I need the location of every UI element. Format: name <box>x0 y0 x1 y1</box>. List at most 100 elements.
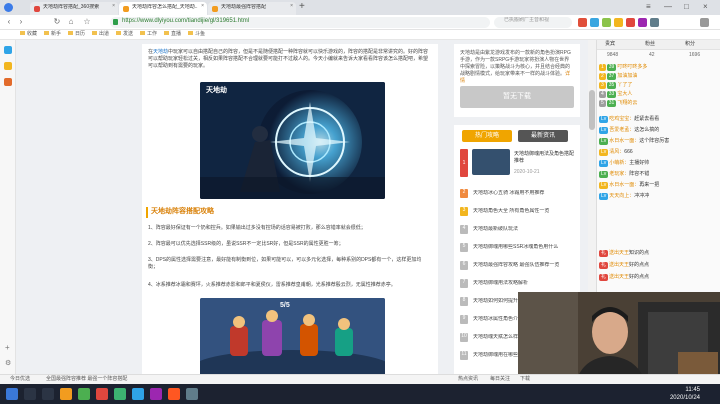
menu-icon[interactable]: ≡ <box>646 2 651 12</box>
lock-icon <box>113 19 118 25</box>
status-left[interactable]: 今日优选 <box>10 376 30 383</box>
chat-message: Lv 小萌新：主播好帅 <box>599 160 650 167</box>
scrollbar-thumb[interactable] <box>589 90 595 130</box>
browser-status-bar: 今日优选 全国最强阵容推荐 最强一个阵容搭配 热点资讯 每日关注 下载 <box>0 374 720 384</box>
chat-message: Lv 水日水一面：再来一把 <box>599 182 660 189</box>
bookmark-item[interactable]: 出道 <box>92 31 109 38</box>
download-panel: 天地劫是由紫龙游戏发布的一款新的角色扮演RPG手游，作为一款SRPG手游玩家将扮… <box>454 44 580 117</box>
browser-app-icon[interactable] <box>78 388 90 400</box>
home-icon[interactable]: ⌂ <box>66 17 76 27</box>
hot-list-item[interactable]: 2 天地劫冰心五骑 冰霜用不用推荐 <box>460 189 576 198</box>
bookmark-item[interactable]: 收藏 <box>20 31 37 38</box>
hot-list-item[interactable]: 6 天地劫最强阵容攻略 最强队伍推荐一览 <box>460 261 576 270</box>
chat-tab[interactable]: 粉丝 <box>645 41 655 48</box>
minimize-icon[interactable]: — <box>664 2 672 12</box>
extension-icon[interactable] <box>578 18 587 27</box>
rank-badge: 1 <box>460 149 468 177</box>
intro-game-link[interactable]: 天地劫 <box>153 49 168 55</box>
taskview-icon[interactable] <box>42 388 54 400</box>
tab-title: 天地劫最强阵容搭配 <box>221 4 267 10</box>
paragraph-2: 2、阵容最可以优先选择SSR级的，虽说SSR不一定比SR好，但是SSR的属性更胜… <box>148 241 344 247</box>
chat-header: 贵宾 粉丝 积分 <box>597 40 720 50</box>
paragraph-3: 3、DPS的属性选择需要注意，最好能有制衡到位，如果可能可以，可以多元化选择，每… <box>148 257 422 270</box>
stat-value: 42 <box>649 52 655 58</box>
extension-icon[interactable] <box>650 18 659 27</box>
extension-icon[interactable] <box>590 18 599 27</box>
search-placeholder: 已执搬刷厂主音和视 <box>504 17 550 23</box>
settings-icon[interactable] <box>700 18 709 27</box>
start-icon[interactable] <box>6 388 18 400</box>
browser-logo-icon[interactable] <box>4 3 13 12</box>
chat-tab[interactable]: 贵宾 <box>605 41 615 48</box>
os-taskbar: 11:45 2020/10/24 <box>0 384 720 404</box>
bookmark-item[interactable]: 斗鱼 <box>188 31 205 38</box>
app-icon[interactable] <box>168 388 180 400</box>
hot-list-item[interactable]: 7 天地劫御魂用法攻略解析 <box>460 279 576 288</box>
turn-counter: 5/5 <box>280 302 290 309</box>
address-bar-row: ‹ › ↻ ⌂ ☆ https://www.dlyiyou.com/tiandi… <box>0 15 720 30</box>
tab-title: 天地劫阵容搭配_360搜索 <box>43 4 100 10</box>
app-icon[interactable] <box>150 388 162 400</box>
status-news[interactable]: 全国最强阵容推荐 最强一个阵容搭配 <box>46 376 127 383</box>
bookmark-item[interactable]: 直播 <box>164 31 181 38</box>
app-icon[interactable] <box>60 388 72 400</box>
sidebar-add-icon[interactable]: + <box>5 344 10 352</box>
extension-icon[interactable] <box>614 18 623 27</box>
game-art-svg <box>200 82 385 199</box>
url-input[interactable]: https://www.dlyiyou.com/tiandijie/gl/319… <box>110 17 490 28</box>
search-input[interactable]: 已执搬刷厂主音和视 <box>494 17 572 28</box>
extension-icon[interactable] <box>638 18 647 27</box>
hot-list-item[interactable]: 4 天地劫最新破队玩法 <box>460 225 576 234</box>
star-icon[interactable]: ☆ <box>82 17 92 27</box>
sidebar-app-icon[interactable] <box>4 62 12 70</box>
article-content: 在天地劫中玩家可以自由搭配自己的阵容，但是不是随便搭配一种阵容就可以快乐游戏的，… <box>142 44 438 378</box>
ranking-row: 3 35 丫了了 <box>599 82 633 89</box>
browser-tab-3[interactable]: 天地劫最强阵容搭配 × <box>208 2 296 15</box>
tab-title: 天地劫阵容怎么搭配_天地劫.. <box>132 4 198 10</box>
paragraph-4: 4、冰系推荐冰霜和赛坪，火系推荐赤影和郎平和夏侯仪，雷系推荐皇甫朝，光系推荐殷云… <box>148 282 396 288</box>
reload-icon[interactable]: ↻ <box>52 17 62 27</box>
close-tab-icon[interactable]: × <box>112 3 115 10</box>
gift-message: 礼送出天王好的点点 <box>599 274 650 281</box>
featured-article[interactable]: 1 天地劫御魂用法及角色搭配推荐 2020-10-21 <box>460 149 576 177</box>
browser-tab-2[interactable]: 天地劫阵容怎么搭配_天地劫.. × <box>119 2 207 15</box>
clock-date: 2020/10/24 <box>669 395 700 401</box>
hot-list-item[interactable]: 3 天地劫角色大全 所有角色属性一览 <box>460 207 576 216</box>
close-window-icon[interactable]: × <box>703 2 708 12</box>
wechat-icon[interactable] <box>114 388 126 400</box>
app-icon[interactable] <box>186 388 198 400</box>
extension-icon[interactable] <box>626 18 635 27</box>
maximize-icon[interactable]: □ <box>684 2 689 12</box>
extension-icon[interactable] <box>602 18 611 27</box>
close-tab-icon[interactable]: × <box>201 3 204 10</box>
tab-hot-guides[interactable]: 热门攻略 <box>462 130 512 142</box>
sidebar-app-icon[interactable] <box>4 78 12 86</box>
chat-stats: 9848 42 1696 <box>597 51 720 61</box>
tab-latest-news[interactable]: 最新资讯 <box>518 130 568 142</box>
gift-message: 礼送出天王知识的点 <box>599 250 650 257</box>
bookmark-item[interactable]: 工作 <box>140 31 157 38</box>
hot-list-item[interactable]: 5 天地劫御魂用哪些SSR冰魂角色用什么 <box>460 243 576 252</box>
game-screenshot-2: 5/5 <box>200 298 385 378</box>
browser-tab-1[interactable]: 天地劫阵容搭配_360搜索 × <box>30 2 118 15</box>
system-clock[interactable]: 11:45 2020/10/24 <box>670 386 700 402</box>
browser-sidebar: + ⚙ <box>0 40 16 374</box>
back-icon[interactable]: ‹ <box>4 17 14 27</box>
bookmark-item[interactable]: 发送 <box>116 31 133 38</box>
status-item[interactable]: 热点资讯 <box>458 376 478 383</box>
status-item[interactable]: 下载 <box>520 376 530 383</box>
search-icon[interactable] <box>24 388 36 400</box>
download-button[interactable]: 暂无下载 <box>460 86 574 108</box>
bookmark-item[interactable]: 新手 <box>44 31 61 38</box>
close-tab-icon[interactable]: × <box>290 3 293 10</box>
sidebar-star-icon[interactable] <box>4 46 12 54</box>
status-item[interactable]: 每日关注 <box>490 376 510 383</box>
new-tab-button[interactable]: + <box>299 1 305 13</box>
sidebar-settings-icon[interactable]: ⚙ <box>5 360 11 368</box>
forward-icon[interactable]: › <box>16 17 26 27</box>
app-icon[interactable] <box>96 388 108 400</box>
bookmark-item[interactable]: 日历 <box>68 31 85 38</box>
chat-tab[interactable]: 积分 <box>685 41 695 48</box>
app-icon[interactable] <box>132 388 144 400</box>
chat-message: Lv 吾爱老孟：这怎么搞的 <box>599 127 660 134</box>
